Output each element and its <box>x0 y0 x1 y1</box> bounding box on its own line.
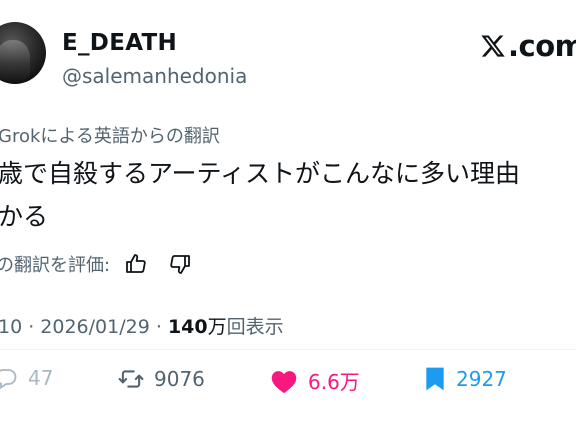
author-handle[interactable]: @salemanhedonia <box>62 64 247 88</box>
views-unit: 万 <box>207 316 227 338</box>
thumbs-down-icon[interactable] <box>168 252 192 276</box>
avatar[interactable] <box>0 22 46 84</box>
x-logo: .com <box>478 28 576 64</box>
reply-icon <box>0 366 18 390</box>
tweet-timestamp[interactable]: 10 · 2026/01/29 · <box>0 316 168 338</box>
tweet-text-line-1: 歳で自殺するアーティストがこんなに多い理由 <box>0 159 521 188</box>
tweet-meta: 10 · 2026/01/29 · 140万回表示 <box>0 312 284 339</box>
retweet-count: 9076 <box>154 367 205 391</box>
thumbs-up-icon[interactable] <box>124 252 148 276</box>
bookmark-count: 2927 <box>456 367 507 391</box>
reply-count: 47 <box>28 366 54 390</box>
views-count: 140 <box>167 316 208 338</box>
retweet-icon <box>118 366 144 392</box>
tweet-text-line-2: かる <box>0 202 49 231</box>
bookmark-icon <box>424 366 446 392</box>
rate-translation-label: の翻訳を評価: <box>0 255 111 276</box>
x-logo-text: .com <box>508 29 576 63</box>
retweet-button[interactable]: 9076 <box>118 366 205 392</box>
translation-label[interactable]: Grokによる英語からの翻訳 <box>0 122 220 148</box>
like-count: 6.6万 <box>308 370 360 394</box>
heart-icon <box>270 368 298 394</box>
x-logo-icon <box>480 33 506 59</box>
author-name[interactable]: E_DEATH <box>62 30 177 56</box>
reply-button[interactable]: 47 <box>0 366 53 390</box>
bookmark-button[interactable]: 2927 <box>424 366 507 392</box>
like-button[interactable]: 6.6万 <box>270 366 360 395</box>
divider <box>0 349 576 350</box>
views-suffix: 回表示 <box>226 316 284 338</box>
rate-translation: の翻訳を評価: <box>0 251 192 277</box>
